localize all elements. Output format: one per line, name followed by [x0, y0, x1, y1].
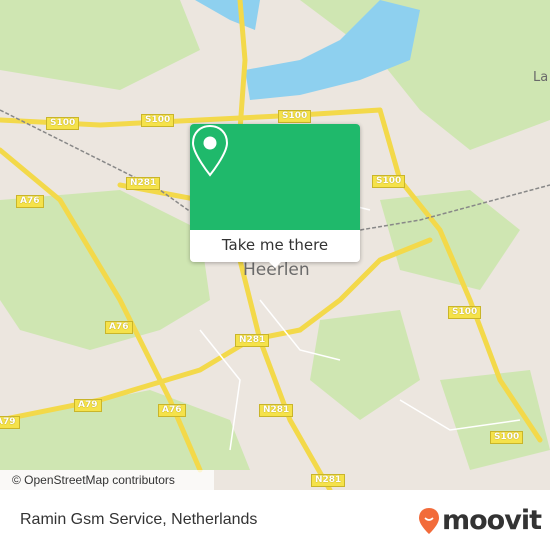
road-shield: S100	[372, 175, 406, 188]
road-shield: A79	[74, 399, 102, 412]
location-title: Ramin Gsm Service, Netherlands	[20, 511, 258, 528]
road-shield: S100	[278, 110, 312, 123]
road-shield: A79	[0, 416, 20, 429]
place-label: La	[533, 70, 549, 85]
road-shield: S100	[46, 117, 80, 130]
map[interactable]: S100 S100 S100 S100 S100 S100 A76 A76 A7…	[0, 0, 550, 490]
road-shield: N281	[126, 177, 161, 190]
map-pin-icon	[191, 124, 229, 177]
road-shield: S100	[490, 431, 524, 444]
moovit-logo[interactable]: moovit	[418, 505, 542, 536]
attribution[interactable]: © OpenStreetMap contributors	[0, 470, 214, 490]
brand-name: moovit	[442, 505, 542, 536]
road-shield: S100	[141, 114, 175, 127]
popup-header	[190, 124, 360, 230]
road-shield: A76	[105, 321, 133, 334]
road-shield: N281	[311, 474, 346, 487]
moovit-pin-icon	[419, 507, 439, 534]
road-shield: N281	[259, 404, 294, 417]
road-shield: A76	[158, 404, 186, 417]
take-me-there-button[interactable]: Take me there	[190, 230, 360, 262]
road-shield: N281	[235, 334, 270, 347]
popup: Take me there	[190, 124, 360, 268]
popup-pointer	[267, 260, 283, 268]
road-shield: A76	[16, 195, 44, 208]
road-shield: S100	[448, 306, 482, 319]
